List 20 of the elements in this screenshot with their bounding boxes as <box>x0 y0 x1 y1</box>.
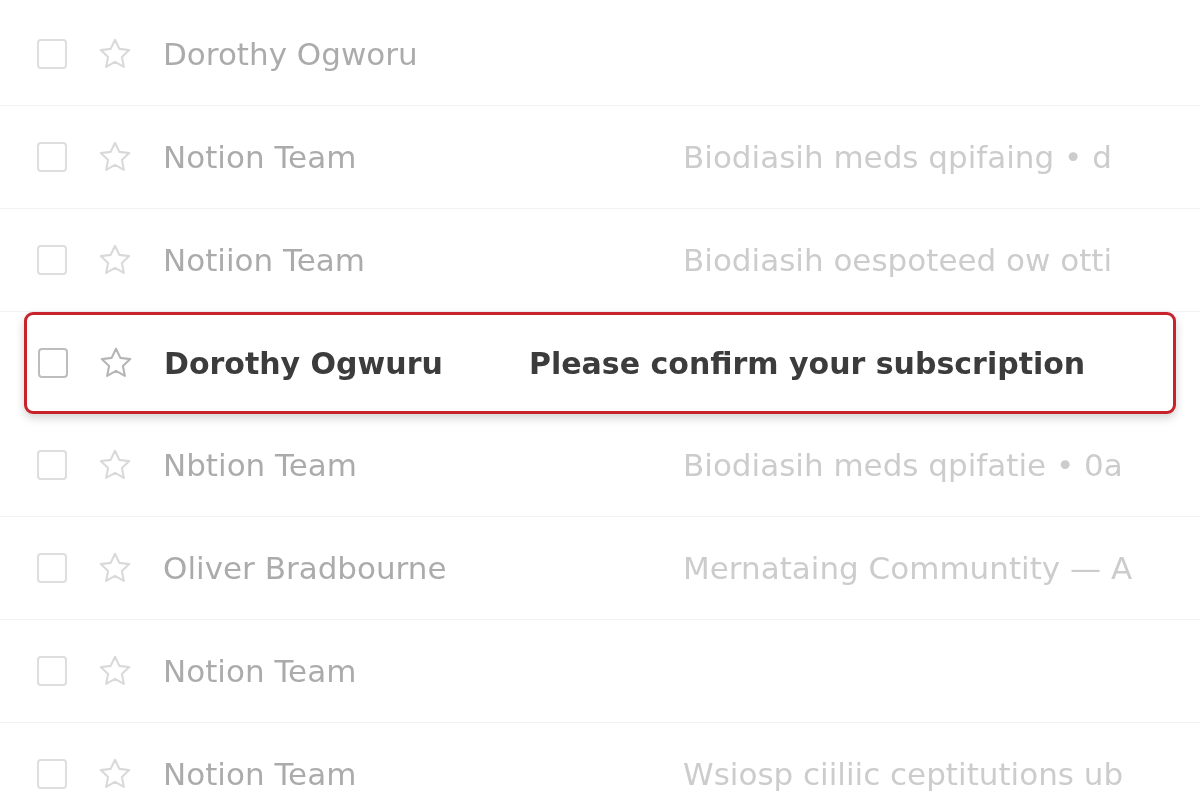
checkbox[interactable] <box>38 348 68 378</box>
checkbox[interactable] <box>37 553 67 583</box>
email-sender: Oliver Bradbourne <box>163 550 448 586</box>
checkbox[interactable] <box>37 245 67 275</box>
email-row[interactable]: Dorothy Ogworu <box>0 3 1200 106</box>
email-sender: Notion Team <box>163 653 358 689</box>
email-sender: Dorothy Ogwuru <box>164 345 444 381</box>
checkbox[interactable] <box>37 656 67 686</box>
checkbox[interactable] <box>37 450 67 480</box>
checkbox[interactable] <box>37 39 67 69</box>
email-sender: Nbtion Team <box>163 447 359 483</box>
email-sender: Dorothy Ogworu <box>163 36 419 72</box>
checkbox[interactable] <box>37 759 67 789</box>
email-row[interactable]: Notion Team <box>0 620 1200 723</box>
highlighted-email-row[interactable]: Dorothy Ogwuru Please confirm your subscription <box>24 312 1176 414</box>
email-subject: Please confirm your subscription <box>529 345 1086 381</box>
email-sender: Notiion Team <box>163 242 366 278</box>
email-sender: Notion Team <box>163 139 358 175</box>
email-sender: Notion Team <box>163 756 358 792</box>
checkbox[interactable] <box>37 142 67 172</box>
